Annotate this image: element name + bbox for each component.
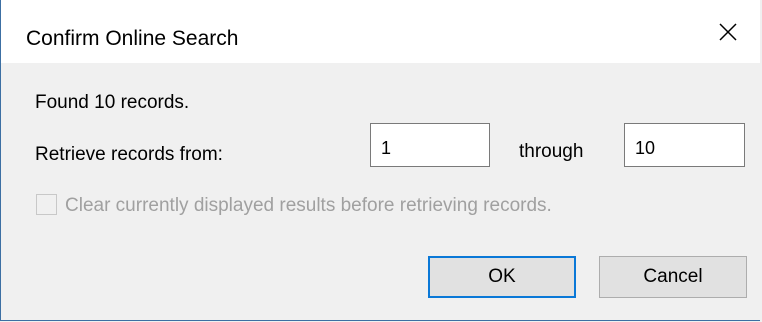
- title-bar: Confirm Online Search: [1, 0, 760, 63]
- retrieve-range-label: Retrieve records from:: [35, 144, 223, 165]
- ok-button[interactable]: OK: [428, 256, 576, 298]
- found-records-message: Found 10 records.: [35, 92, 190, 113]
- close-icon: [719, 22, 737, 41]
- clear-results-checkbox[interactable]: [36, 194, 57, 215]
- dialog-title: Confirm Online Search: [26, 27, 239, 50]
- from-record-field[interactable]: [370, 123, 490, 167]
- cancel-button[interactable]: Cancel: [599, 256, 747, 298]
- confirm-online-search-dialog: Confirm Online Search Found 10 records. …: [0, 0, 760, 321]
- clear-results-label: Clear currently displayed results before…: [65, 195, 552, 216]
- to-record-field[interactable]: [624, 123, 745, 167]
- through-label: through: [519, 141, 584, 162]
- close-button[interactable]: [696, 0, 760, 63]
